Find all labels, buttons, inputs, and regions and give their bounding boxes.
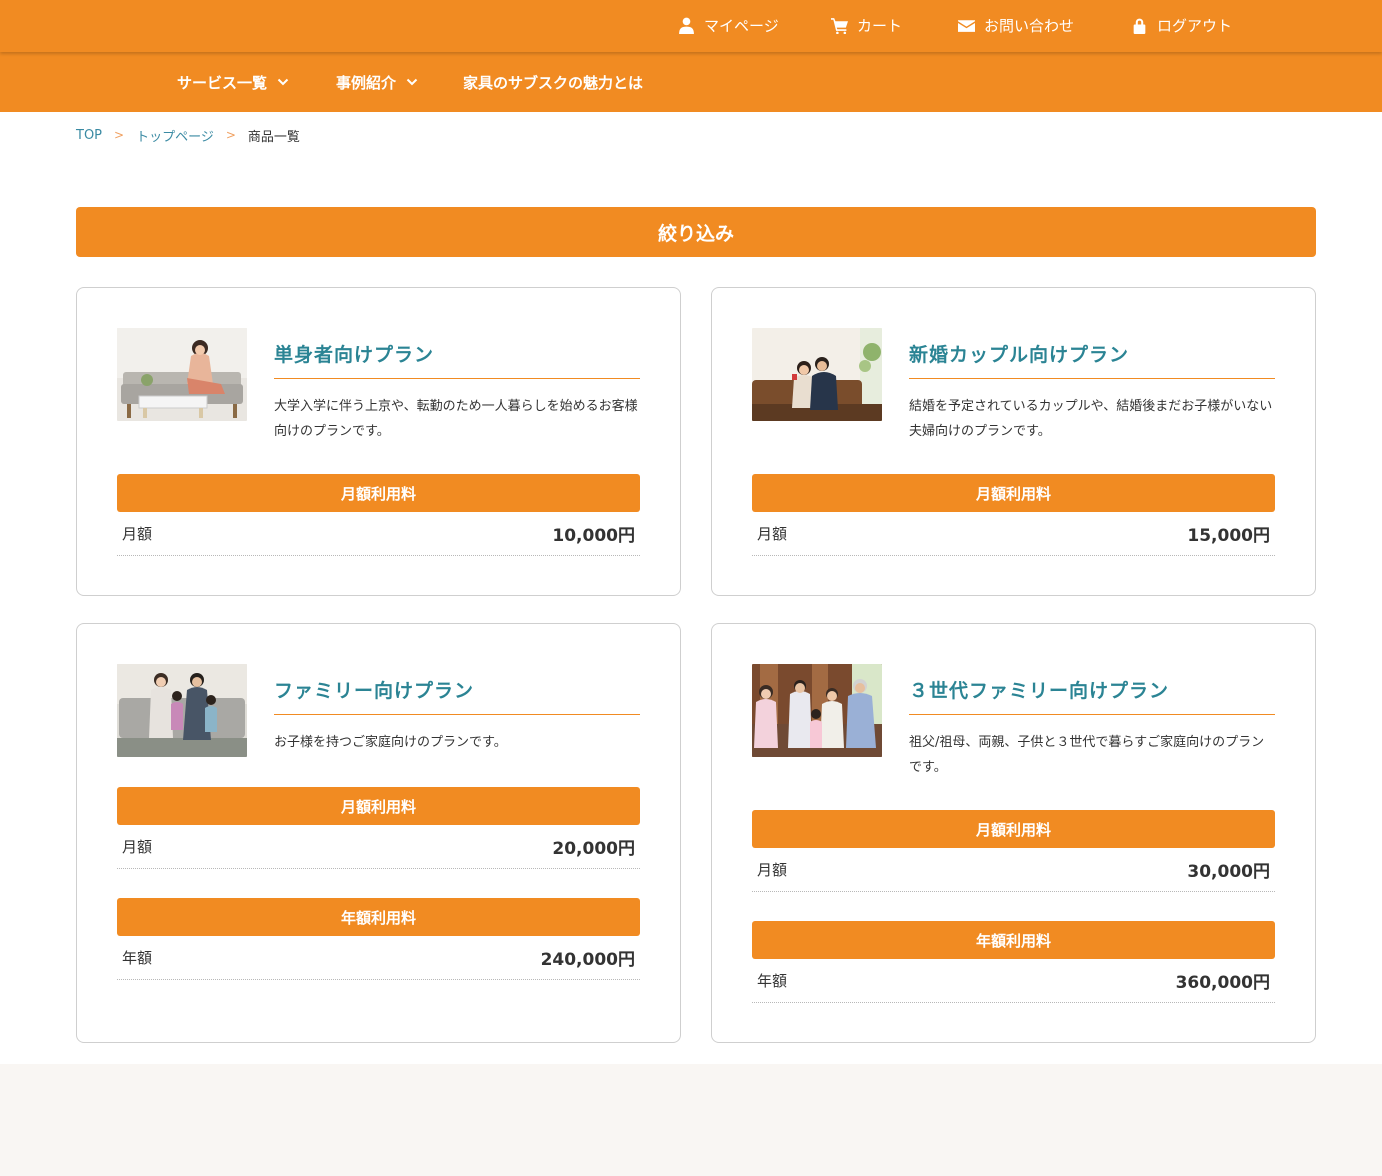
utility-bar: マイページ カート お問い合わせ ログアウト [0,0,1382,52]
filter-button[interactable]: 絞り込み [76,207,1316,257]
plan-card-newlywed[interactable]: 新婚カップル向けプラン 結婚を予定されているカップルや、結婚後まだお子様がいない… [711,287,1316,596]
price-heading: 月額利用料 [752,810,1275,848]
price-label: 月額 [122,838,153,856]
price-label: 月額 [757,861,788,879]
cart-label: カート [857,16,903,35]
plan-description: 祖父/祖母、両親、子供と３世代で暮らすご家庭向けのプランです。 [909,735,1265,775]
breadcrumb-top[interactable]: TOP [76,128,102,143]
title-divider [909,378,1275,379]
breadcrumb-separator: > [114,128,125,142]
price-row: 年額 360,000円 [752,959,1275,1003]
nav-item-appeal[interactable]: 家具のサブスクの魅力とは [463,52,643,112]
plan-title: 新婚カップル向けプラン [909,344,1130,366]
price-heading: 月額利用料 [752,474,1275,512]
nav-cases-label: 事例紹介 [336,73,397,92]
price-row: 月額 10,000円 [117,512,640,556]
mypage-label: マイページ [704,16,779,35]
price-row: 年額 240,000円 [117,936,640,980]
plan-photo-newlywed [752,328,882,421]
chevron-down-icon [406,78,418,86]
price-value: 15,000円 [1187,526,1270,546]
plan-card-single[interactable]: 単身者向けプラン 大学入学に伴う上京や、転勤のため一人暮らしを始めるお客様向けの… [76,287,681,596]
lock-icon [1133,18,1146,34]
nav-appeal-label: 家具のサブスクの魅力とは [463,73,644,92]
plan-title: 単身者向けプラン [274,344,435,366]
price-label: 月額 [757,525,788,543]
plan-description: お子様を持つご家庭向けのプランです。 [274,735,507,750]
plan-description: 大学入学に伴う上京や、転勤のため一人暮らしを始めるお客様向けのプランです。 [274,399,638,439]
price-heading: 年額利用料 [117,898,640,936]
cart-icon [831,17,848,34]
price-heading: 年額利用料 [752,921,1275,959]
title-divider [274,378,640,379]
price-heading: 月額利用料 [117,474,640,512]
price-label: 年額 [122,949,153,967]
contact-label: お問い合わせ [984,16,1075,35]
price-row: 月額 15,000円 [752,512,1275,556]
plan-title: ３世代ファミリー向けプラン [909,680,1170,702]
mail-icon [958,19,975,32]
contact-link[interactable]: お問い合わせ [958,0,1074,50]
logout-label: ログアウト [1157,16,1233,35]
plan-photo-family [117,664,247,757]
price-label: 年額 [757,972,788,990]
cart-link[interactable]: カート [831,0,902,50]
plan-title: ファミリー向けプラン [274,680,475,702]
title-divider [274,714,640,715]
price-value: 240,000円 [540,950,635,970]
price-value: 10,000円 [552,526,635,546]
nav-services-label: サービス一覧 [177,73,268,92]
chevron-down-icon [277,78,289,86]
breadcrumb: TOP > トップページ > 商品一覧 [76,125,300,145]
mypage-link[interactable]: マイページ [678,0,779,50]
plan-card-three-generation[interactable]: ３世代ファミリー向けプラン 祖父/祖母、両親、子供と３世代で暮らすご家庭向けのプ… [711,623,1316,1043]
breadcrumb-toppage[interactable]: トップページ [136,126,214,145]
plan-photo-three-generation [752,664,882,757]
price-row: 月額 20,000円 [117,825,640,869]
price-value: 20,000円 [552,839,635,859]
breadcrumb-current: 商品一覧 [247,129,300,145]
price-value: 30,000円 [1187,862,1270,882]
nav-item-cases[interactable]: 事例紹介 [336,52,418,112]
logout-link[interactable]: ログアウト [1131,0,1232,50]
price-heading: 月額利用料 [117,787,640,825]
main-nav: サービス一覧 事例紹介 家具のサブスクの魅力とは [0,52,1382,112]
user-icon [679,17,694,34]
plan-description: 結婚を予定されているカップルや、結婚後まだお子様がいない夫婦向けのプランです。 [909,399,1273,439]
plan-photo-single [117,328,247,421]
price-value: 360,000円 [1175,973,1270,993]
price-row: 月額 30,000円 [752,848,1275,892]
breadcrumb-separator: > [225,128,236,142]
title-divider [909,714,1275,715]
price-label: 月額 [122,525,153,543]
footer-area [0,1064,1382,1176]
plan-card-family[interactable]: ファミリー向けプラン お子様を持つご家庭向けのプランです。 月額利用料 月額 2… [76,623,681,1043]
nav-item-services[interactable]: サービス一覧 [177,52,289,112]
